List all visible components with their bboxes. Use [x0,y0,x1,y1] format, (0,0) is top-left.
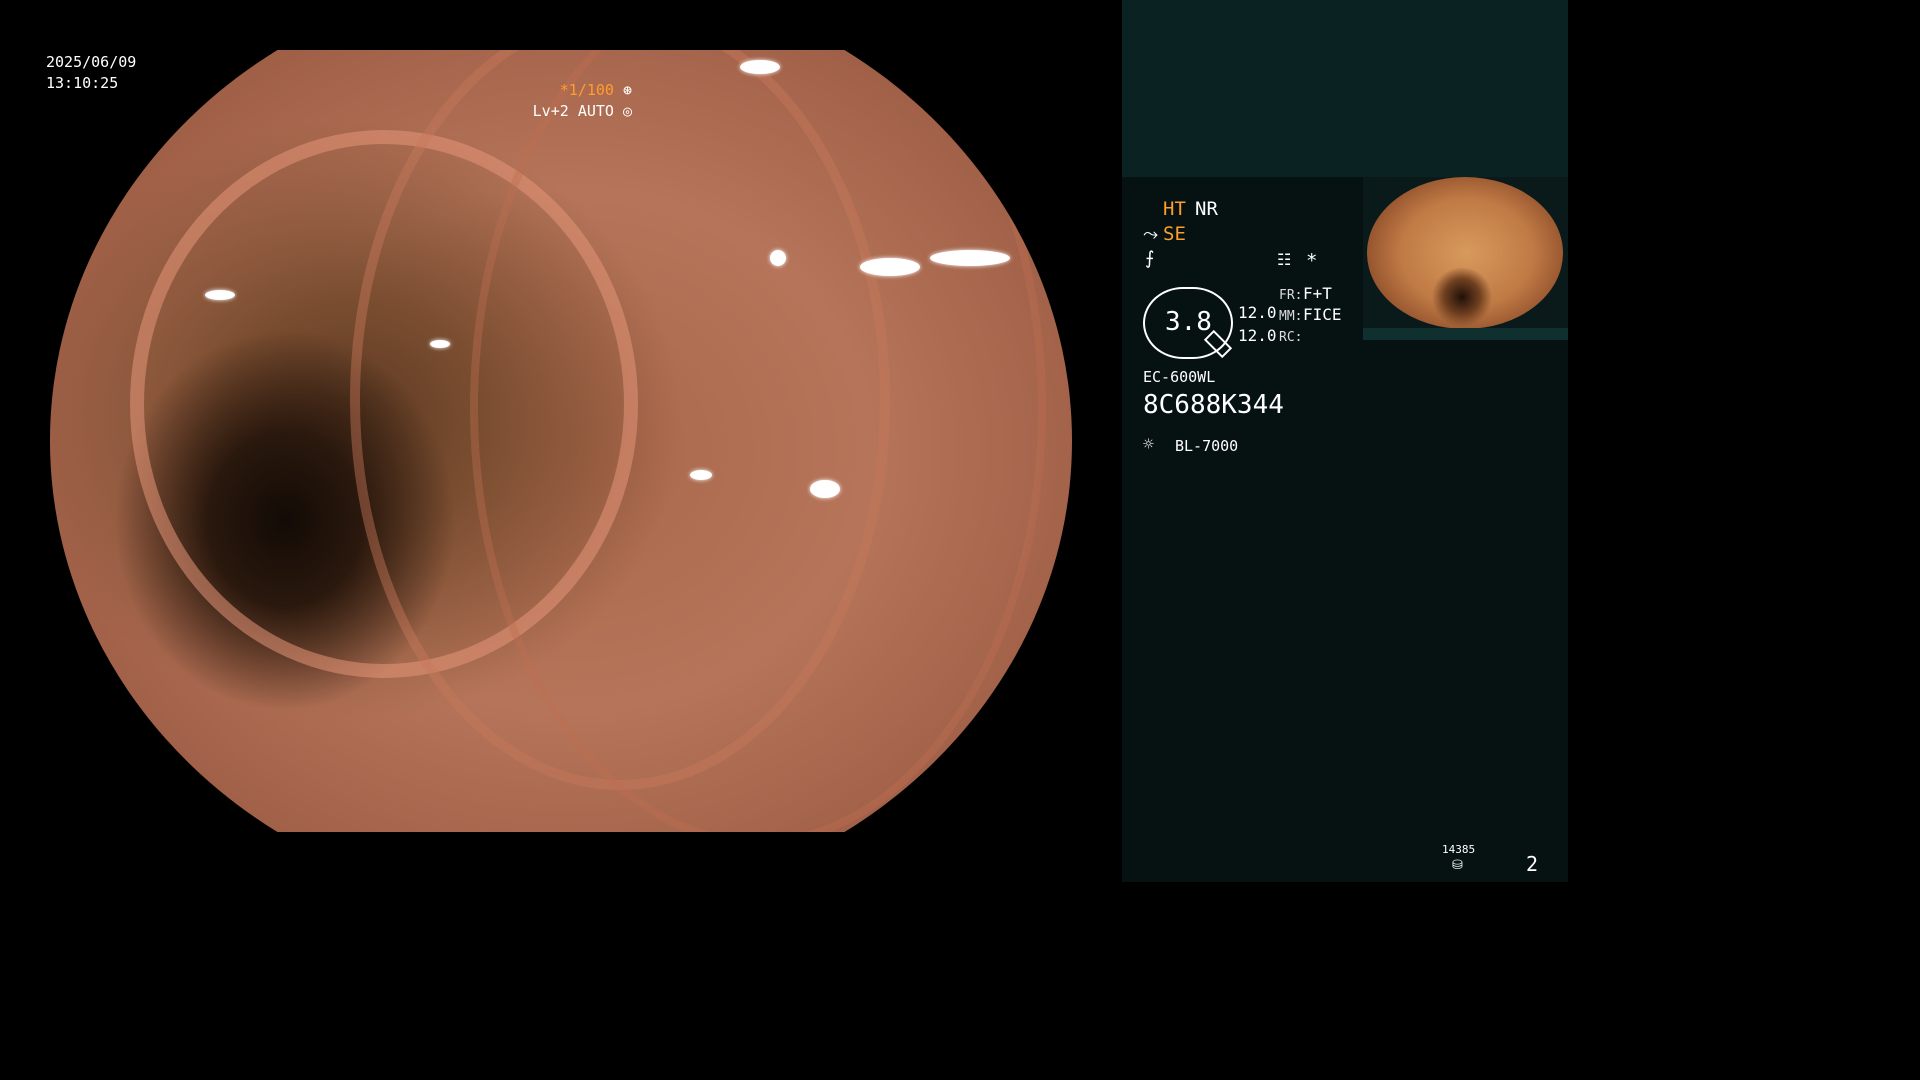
nr-label: NR [1195,198,1218,220]
enhance-icon: ⨍ [1145,248,1155,269]
light-source: BL-7000 [1175,437,1239,455]
iris-icon: ◎ [622,102,632,120]
shutter-text: *1/100 [559,81,614,99]
se-label: SE [1163,223,1186,245]
date-text: 2025/06/09 [46,53,137,71]
specular-highlight [205,290,235,300]
page-number: 2 [1526,852,1539,876]
ht-label: HT [1163,198,1186,220]
exposure-text: AUTO [577,102,614,120]
specular-highlight [810,480,840,498]
date-time-display: 2025/06/09 13:10:25 [46,52,136,94]
panel-header [1122,0,1568,177]
time-text: 13:10:25 [46,74,119,92]
star-label: * [1306,250,1318,272]
light-icon: ☼ [1143,434,1154,455]
specular-highlight [740,60,780,74]
mucosal-fold [470,50,1046,832]
mm-value: FICE [1303,305,1342,324]
scope-serial: 8C688K344 [1143,390,1284,420]
thumbnail-image [1367,177,1563,329]
endoscope-viewport: 2025/06/09 13:10:25 *1/100 ⊛ Lv+2 AUTO ◎ [0,0,1122,882]
value-1: 12.0 [1238,303,1277,322]
level-text: Lv+2 [532,102,569,120]
storage-counter: 14385 [1442,843,1476,856]
mm-label: MM: [1279,309,1303,324]
endoscopic-image [50,50,1072,832]
specular-highlight [430,340,450,348]
fr-value: F+T [1303,284,1332,303]
zoom-gauge: 3.8 [1143,287,1233,359]
storage-icon: ⛁ [1452,858,1463,873]
exposure-status: *1/100 ⊛ Lv+2 AUTO ◎ [533,80,632,122]
zoom-value: 3.8 [1165,307,1212,337]
settings-icon: ☷ [1277,250,1292,269]
thumbnail-bar [1363,328,1568,340]
specular-highlight [860,258,920,276]
thumbnail-preview [1363,177,1568,340]
scope-model: EC-600WL [1143,368,1216,386]
specular-highlight [770,250,786,266]
rc-label: RC: [1279,330,1303,345]
specular-highlight [690,470,712,480]
se-mode-icon: ⤳ [1143,223,1159,245]
specular-highlight [930,250,1010,266]
value-2: 12.0 [1238,326,1277,345]
fr-label: FR: [1279,288,1303,303]
shutter-icon: ⊛ [622,81,632,99]
